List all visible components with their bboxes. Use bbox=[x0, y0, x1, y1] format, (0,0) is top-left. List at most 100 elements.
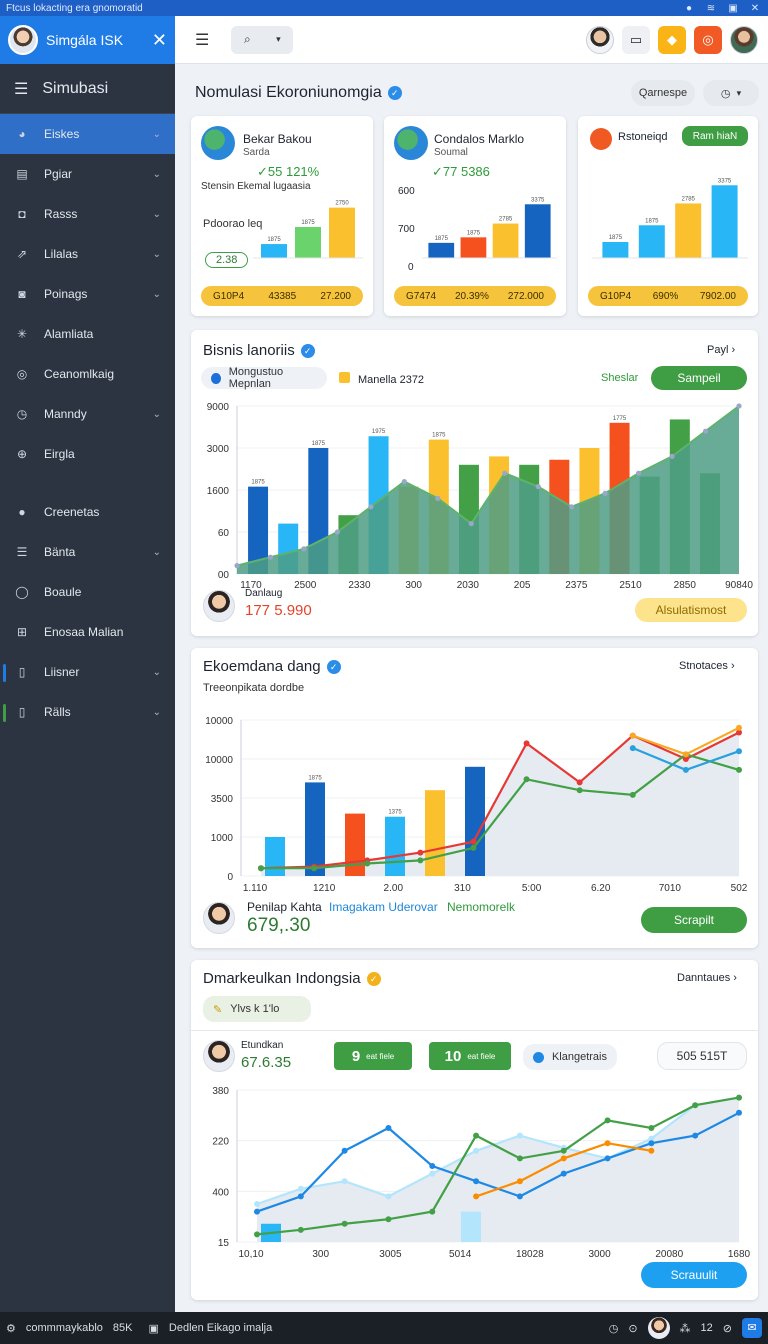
data-point bbox=[429, 1163, 436, 1169]
chevron-down-icon: ▾ bbox=[736, 87, 742, 98]
sidebar-item-manndy[interactable]: ◷ Manndy ⌄ bbox=[0, 394, 175, 434]
sidebar-title[interactable]: ☰ Simubasi bbox=[0, 64, 175, 114]
data-point bbox=[341, 1178, 348, 1185]
chart-bar bbox=[305, 782, 325, 876]
y-tick-label: 9000 bbox=[207, 402, 230, 413]
sidebar-item-alamliata[interactable]: ✳ Alamliata bbox=[0, 314, 175, 354]
x-tick-label: 2510 bbox=[619, 580, 642, 591]
kpi-action-button[interactable]: Ram hiaN bbox=[682, 126, 748, 146]
chat-icon[interactable]: ✉ bbox=[742, 1318, 762, 1338]
chevron-down-icon[interactable]: ⌄ bbox=[153, 409, 161, 420]
sidebar-item-poinags[interactable]: ◙ Poinags ⌄ bbox=[0, 274, 175, 314]
sidebar-item-creenetas[interactable]: ● Creenetas bbox=[0, 492, 175, 532]
legend-chip[interactable]: Mongustuo Mepnlan bbox=[201, 366, 327, 390]
chevron-down-icon[interactable]: ⌄ bbox=[153, 707, 161, 718]
alert-icon[interactable]: ◎ bbox=[694, 25, 722, 54]
legend-item[interactable]: Manella 2372 bbox=[339, 372, 424, 386]
profile-avatar[interactable] bbox=[730, 25, 758, 54]
data-label: 1875 bbox=[645, 218, 659, 224]
data-point bbox=[473, 1132, 480, 1139]
chevron-down-icon[interactable]: ⌄ bbox=[153, 667, 161, 678]
footer-value: 679,.30 bbox=[247, 915, 311, 936]
chart-title: Bisnis lanoriis ✓ bbox=[203, 342, 315, 359]
sidebar-item-enosaa-malian[interactable]: ⊞ Enosaa Malian bbox=[0, 612, 175, 652]
kpi-card[interactable]: Condalos Marklo Soumal ✓77 5386 600 700 … bbox=[384, 116, 566, 316]
x-tick-label: 5:00 bbox=[522, 883, 542, 894]
sidebar-item-eirgla[interactable]: ⊕ Eirgla bbox=[0, 434, 175, 474]
user-avatar[interactable] bbox=[586, 25, 614, 54]
sidebar-item-label: Bänta bbox=[44, 545, 76, 559]
sidebar-item-label: Poinags bbox=[44, 287, 88, 301]
verified-icon: ✓ bbox=[387, 86, 402, 100]
taskbar-app[interactable]: commmaykablo bbox=[26, 1322, 103, 1334]
y-tick-label: 15 bbox=[218, 1238, 230, 1249]
sidebar-item-eiskes[interactable]: ◕ Eiskes ⌄ bbox=[0, 114, 175, 154]
analysis-button[interactable]: Alsulatismost bbox=[635, 598, 747, 622]
kpi-card[interactable]: Bekar Bakou Sarda ✓55 121% Stensin Ekema… bbox=[191, 116, 373, 316]
window-icon[interactable]: ▣ bbox=[148, 1322, 158, 1335]
tag-chip[interactable]: ✎ Ylvs k 1'lo bbox=[203, 996, 311, 1022]
data-point bbox=[604, 1117, 611, 1124]
settings-icon[interactable]: ⊙ bbox=[628, 1322, 637, 1335]
search-icon: ⌕ bbox=[244, 32, 251, 46]
y-tick-label: 1600 bbox=[207, 486, 230, 497]
legend-chip[interactable]: Klangetrais bbox=[523, 1044, 617, 1070]
search-button[interactable]: ⌕ ▾ bbox=[231, 25, 294, 54]
avatar[interactable] bbox=[8, 25, 38, 55]
sidebar-item-r-lls[interactable]: ▯ Rälls ⌄ bbox=[0, 692, 175, 732]
time-dropdown[interactable]: ◷ ▾ bbox=[703, 80, 759, 106]
avatar bbox=[203, 1040, 235, 1072]
chart-bar bbox=[524, 204, 551, 258]
sidebar-item-lilalas[interactable]: ⇗ Lilalas ⌄ bbox=[0, 234, 175, 274]
script-button[interactable]: Scrapilt bbox=[641, 907, 747, 933]
y-tick-label: 3500 bbox=[211, 794, 234, 805]
data-point bbox=[692, 1102, 699, 1109]
window-icon[interactable]: ▣ bbox=[726, 3, 740, 14]
kpi-value: ✓55 121% bbox=[257, 164, 320, 179]
data-point bbox=[301, 546, 307, 552]
kpi-sub: Sarda bbox=[243, 147, 270, 158]
kpi-card[interactable]: Rstoneiqd Ram hiaN 1875 1875 2785 3375 G10P… bbox=[578, 116, 758, 316]
sidebar-item-boaule[interactable]: ◯ Boaule bbox=[0, 572, 175, 612]
person-label: Etundkan bbox=[241, 1040, 284, 1051]
chart-bar bbox=[602, 242, 629, 258]
filter-pill[interactable]: Qarnespe bbox=[631, 80, 695, 106]
stat-badge[interactable]: 9 eat fiele bbox=[334, 1042, 412, 1070]
chevron-down-icon[interactable]: ⌄ bbox=[153, 289, 161, 300]
sidebar-item-b-nta[interactable]: ☰ Bänta ⌄ bbox=[0, 532, 175, 572]
sidebar-item-ceanomlkaig[interactable]: ◎ Ceanomlkaig bbox=[0, 354, 175, 394]
chevron-down-icon[interactable]: ⌄ bbox=[153, 249, 161, 260]
legend-item[interactable]: Sheslar bbox=[601, 372, 638, 384]
verified-icon: ✓ bbox=[326, 660, 341, 674]
data-label: 3375 bbox=[718, 178, 732, 184]
stat-badge[interactable]: 10 eat fiele bbox=[429, 1042, 511, 1070]
sidebar-items: ◕ Eiskes ⌄ ▤ Pgiar ⌄ ◘ Rasss ⌄ ⇗ Lilalas ⌄ ◙ Poinags ⌄… bbox=[0, 114, 175, 732]
help-icon[interactable]: ⊘ bbox=[723, 1322, 732, 1335]
sample-button[interactable]: Sampeil bbox=[651, 366, 747, 390]
sidebar-item-rasss[interactable]: ◘ Rasss ⌄ bbox=[0, 194, 175, 234]
avatar[interactable] bbox=[647, 1317, 670, 1339]
taskbar-title[interactable]: Dedlen Eikago imalja bbox=[169, 1322, 272, 1334]
settings-icon[interactable]: ⚙ bbox=[6, 1322, 16, 1335]
system-bar: Ftcus lokacting era gnomoratid ● ≋ ▣ ✕ bbox=[0, 0, 768, 16]
bell-icon[interactable]: ◆ bbox=[658, 25, 686, 54]
close-sidebar-icon[interactable]: ✕ bbox=[152, 30, 167, 51]
chevron-down-icon[interactable]: ⌄ bbox=[153, 547, 161, 558]
chevron-down-icon: ▾ bbox=[276, 34, 281, 44]
sidebar-item-label: Enosaa Malian bbox=[44, 625, 124, 639]
chevron-down-icon[interactable]: ⌄ bbox=[153, 129, 161, 140]
chat-icon[interactable]: ▭ bbox=[622, 25, 650, 54]
submit-button[interactable]: Scrauulit bbox=[641, 1262, 747, 1288]
chart-link[interactable]: Payl › bbox=[707, 344, 735, 356]
sidebar-item-liisner[interactable]: ▯ Liisner ⌄ bbox=[0, 652, 175, 692]
data-label: 1375 bbox=[388, 810, 402, 816]
chevron-down-icon[interactable]: ⌄ bbox=[153, 209, 161, 220]
data-point bbox=[535, 484, 541, 490]
kpi-strip: G10P4 43385 27.200 bbox=[201, 286, 363, 306]
chevron-down-icon[interactable]: ⌄ bbox=[153, 169, 161, 180]
menu-icon[interactable]: ☰ bbox=[195, 30, 209, 50]
sidebar-item-pgiar[interactable]: ▤ Pgiar ⌄ bbox=[0, 154, 175, 194]
close-icon[interactable]: ✕ bbox=[748, 3, 762, 14]
chart-link[interactable]: Stnotaces › bbox=[679, 660, 735, 672]
chart-link[interactable]: Danntaues › bbox=[677, 972, 737, 984]
